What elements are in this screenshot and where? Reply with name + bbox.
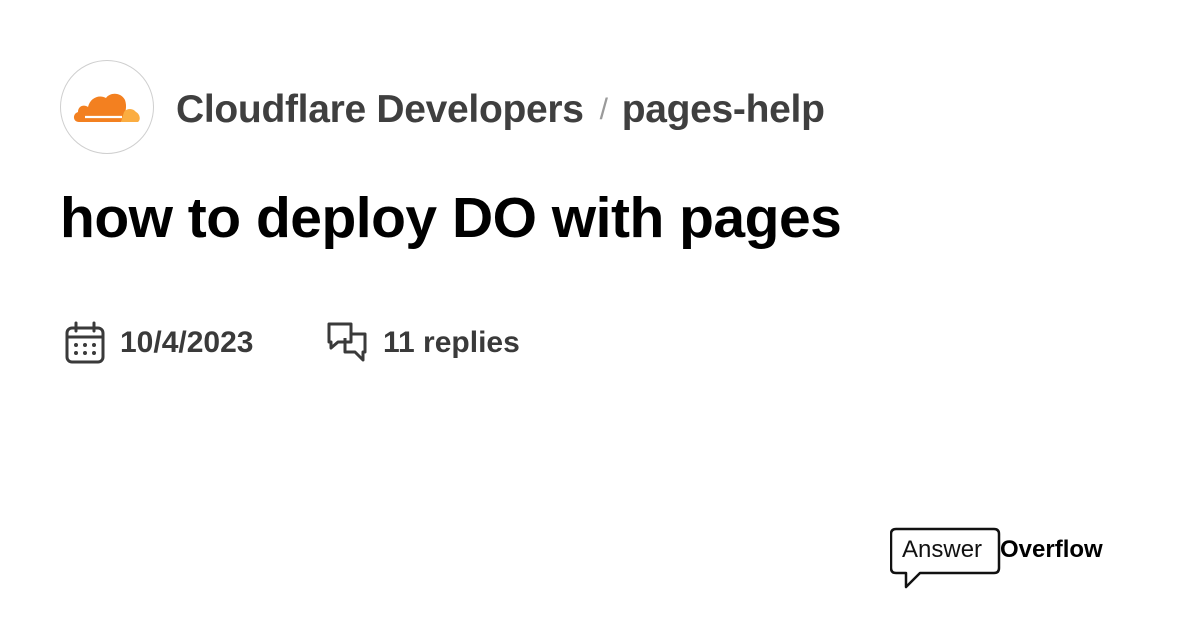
- breadcrumb-separator: /: [599, 93, 608, 126]
- thread-date-text: 10/4/2023: [120, 326, 254, 359]
- answer-overflow-logo[interactable]: Answer Overflow: [890, 527, 1140, 591]
- chat-bubbles-icon: [325, 320, 371, 366]
- server-name-link[interactable]: Cloudflare Developers: [176, 88, 584, 132]
- cloudflare-logo-icon: [73, 93, 140, 122]
- thread-replies: 11 replies: [325, 318, 520, 368]
- thread-title: how to deploy DO with pages: [60, 186, 842, 250]
- logo-text-overflow: Overflow: [1000, 536, 1103, 563]
- thread-date: 10/4/2023: [62, 318, 253, 368]
- server-avatar[interactable]: [60, 60, 154, 154]
- calendar-icon: [62, 320, 108, 366]
- channel-name-link[interactable]: pages-help: [622, 88, 825, 132]
- logo-text-answer: Answer: [902, 536, 983, 563]
- breadcrumb: Cloudflare Developers / pages-help: [176, 84, 825, 136]
- thread-replies-text: 11 replies: [383, 326, 520, 359]
